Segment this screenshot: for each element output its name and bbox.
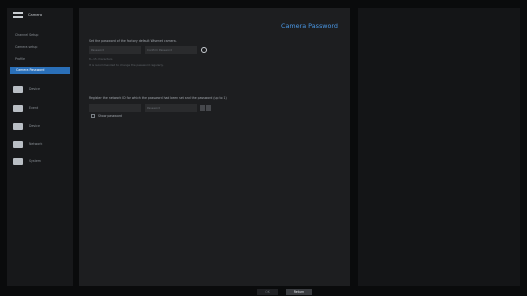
sidebar-header[interactable]: Camera (7, 8, 73, 22)
sidebar: Camera Channel Setup Camera setup Profil… (7, 8, 73, 286)
sidebar-category-network[interactable]: Network (7, 137, 73, 151)
sidebar-category-system[interactable]: System (7, 154, 73, 168)
password-input[interactable]: Password (89, 46, 141, 54)
preview-pane (358, 8, 520, 286)
spin-up-button[interactable] (200, 105, 205, 111)
register-instruction: Register the network ID for which the pa… (89, 96, 227, 100)
network-icon (13, 140, 23, 148)
main-panel: Camera Password Set the password of the … (79, 8, 350, 286)
monitor-icon (13, 85, 23, 93)
confirm-password-input[interactable]: Confirm Password (145, 46, 197, 54)
register-password-input[interactable]: Password (145, 104, 197, 112)
password-hint-regular: It is recommended to change the password… (89, 63, 164, 67)
sidebar-category-device[interactable]: Device (7, 82, 73, 96)
sidebar-item-profile[interactable]: Profile (7, 56, 73, 63)
sidebar-item-channel-setup[interactable]: Channel Setup (7, 32, 73, 39)
screen-frame: Camera Channel Setup Camera setup Profil… (0, 0, 527, 296)
spin-down-button[interactable] (206, 105, 211, 111)
sidebar-category-event[interactable]: Event (7, 101, 73, 115)
person-icon (13, 104, 23, 112)
return-button[interactable]: Return (286, 289, 312, 295)
category-label: Event (29, 106, 39, 110)
sidebar-item-camera-setup[interactable]: Camera setup (7, 44, 73, 51)
sidebar-category-device-2[interactable]: Device (7, 119, 73, 133)
category-label: System (29, 159, 41, 163)
register-id-input[interactable] (89, 104, 141, 112)
category-label: Device (29, 87, 40, 91)
set-password-instruction: Set the password of the factory default … (89, 39, 177, 43)
sidebar-header-label: Camera (28, 13, 43, 17)
show-password-label: Show password (98, 114, 123, 118)
show-password-row[interactable]: Show password (91, 114, 122, 118)
show-password-checkbox[interactable] (91, 114, 95, 118)
password-row: Password Confirm Password (89, 46, 207, 54)
password-hint-length: 8~15 characters (89, 57, 113, 61)
category-label: Device (29, 124, 40, 128)
eye-icon[interactable] (201, 47, 207, 53)
device-icon (13, 122, 23, 130)
ok-button[interactable]: OK (257, 289, 278, 295)
camera-menu-icon (13, 12, 23, 18)
register-row: Password (89, 104, 211, 112)
sidebar-item-camera-password[interactable]: Camera Password (10, 67, 70, 74)
system-icon (13, 157, 23, 165)
category-label: Network (29, 142, 43, 146)
page-title: Camera Password (281, 22, 338, 30)
